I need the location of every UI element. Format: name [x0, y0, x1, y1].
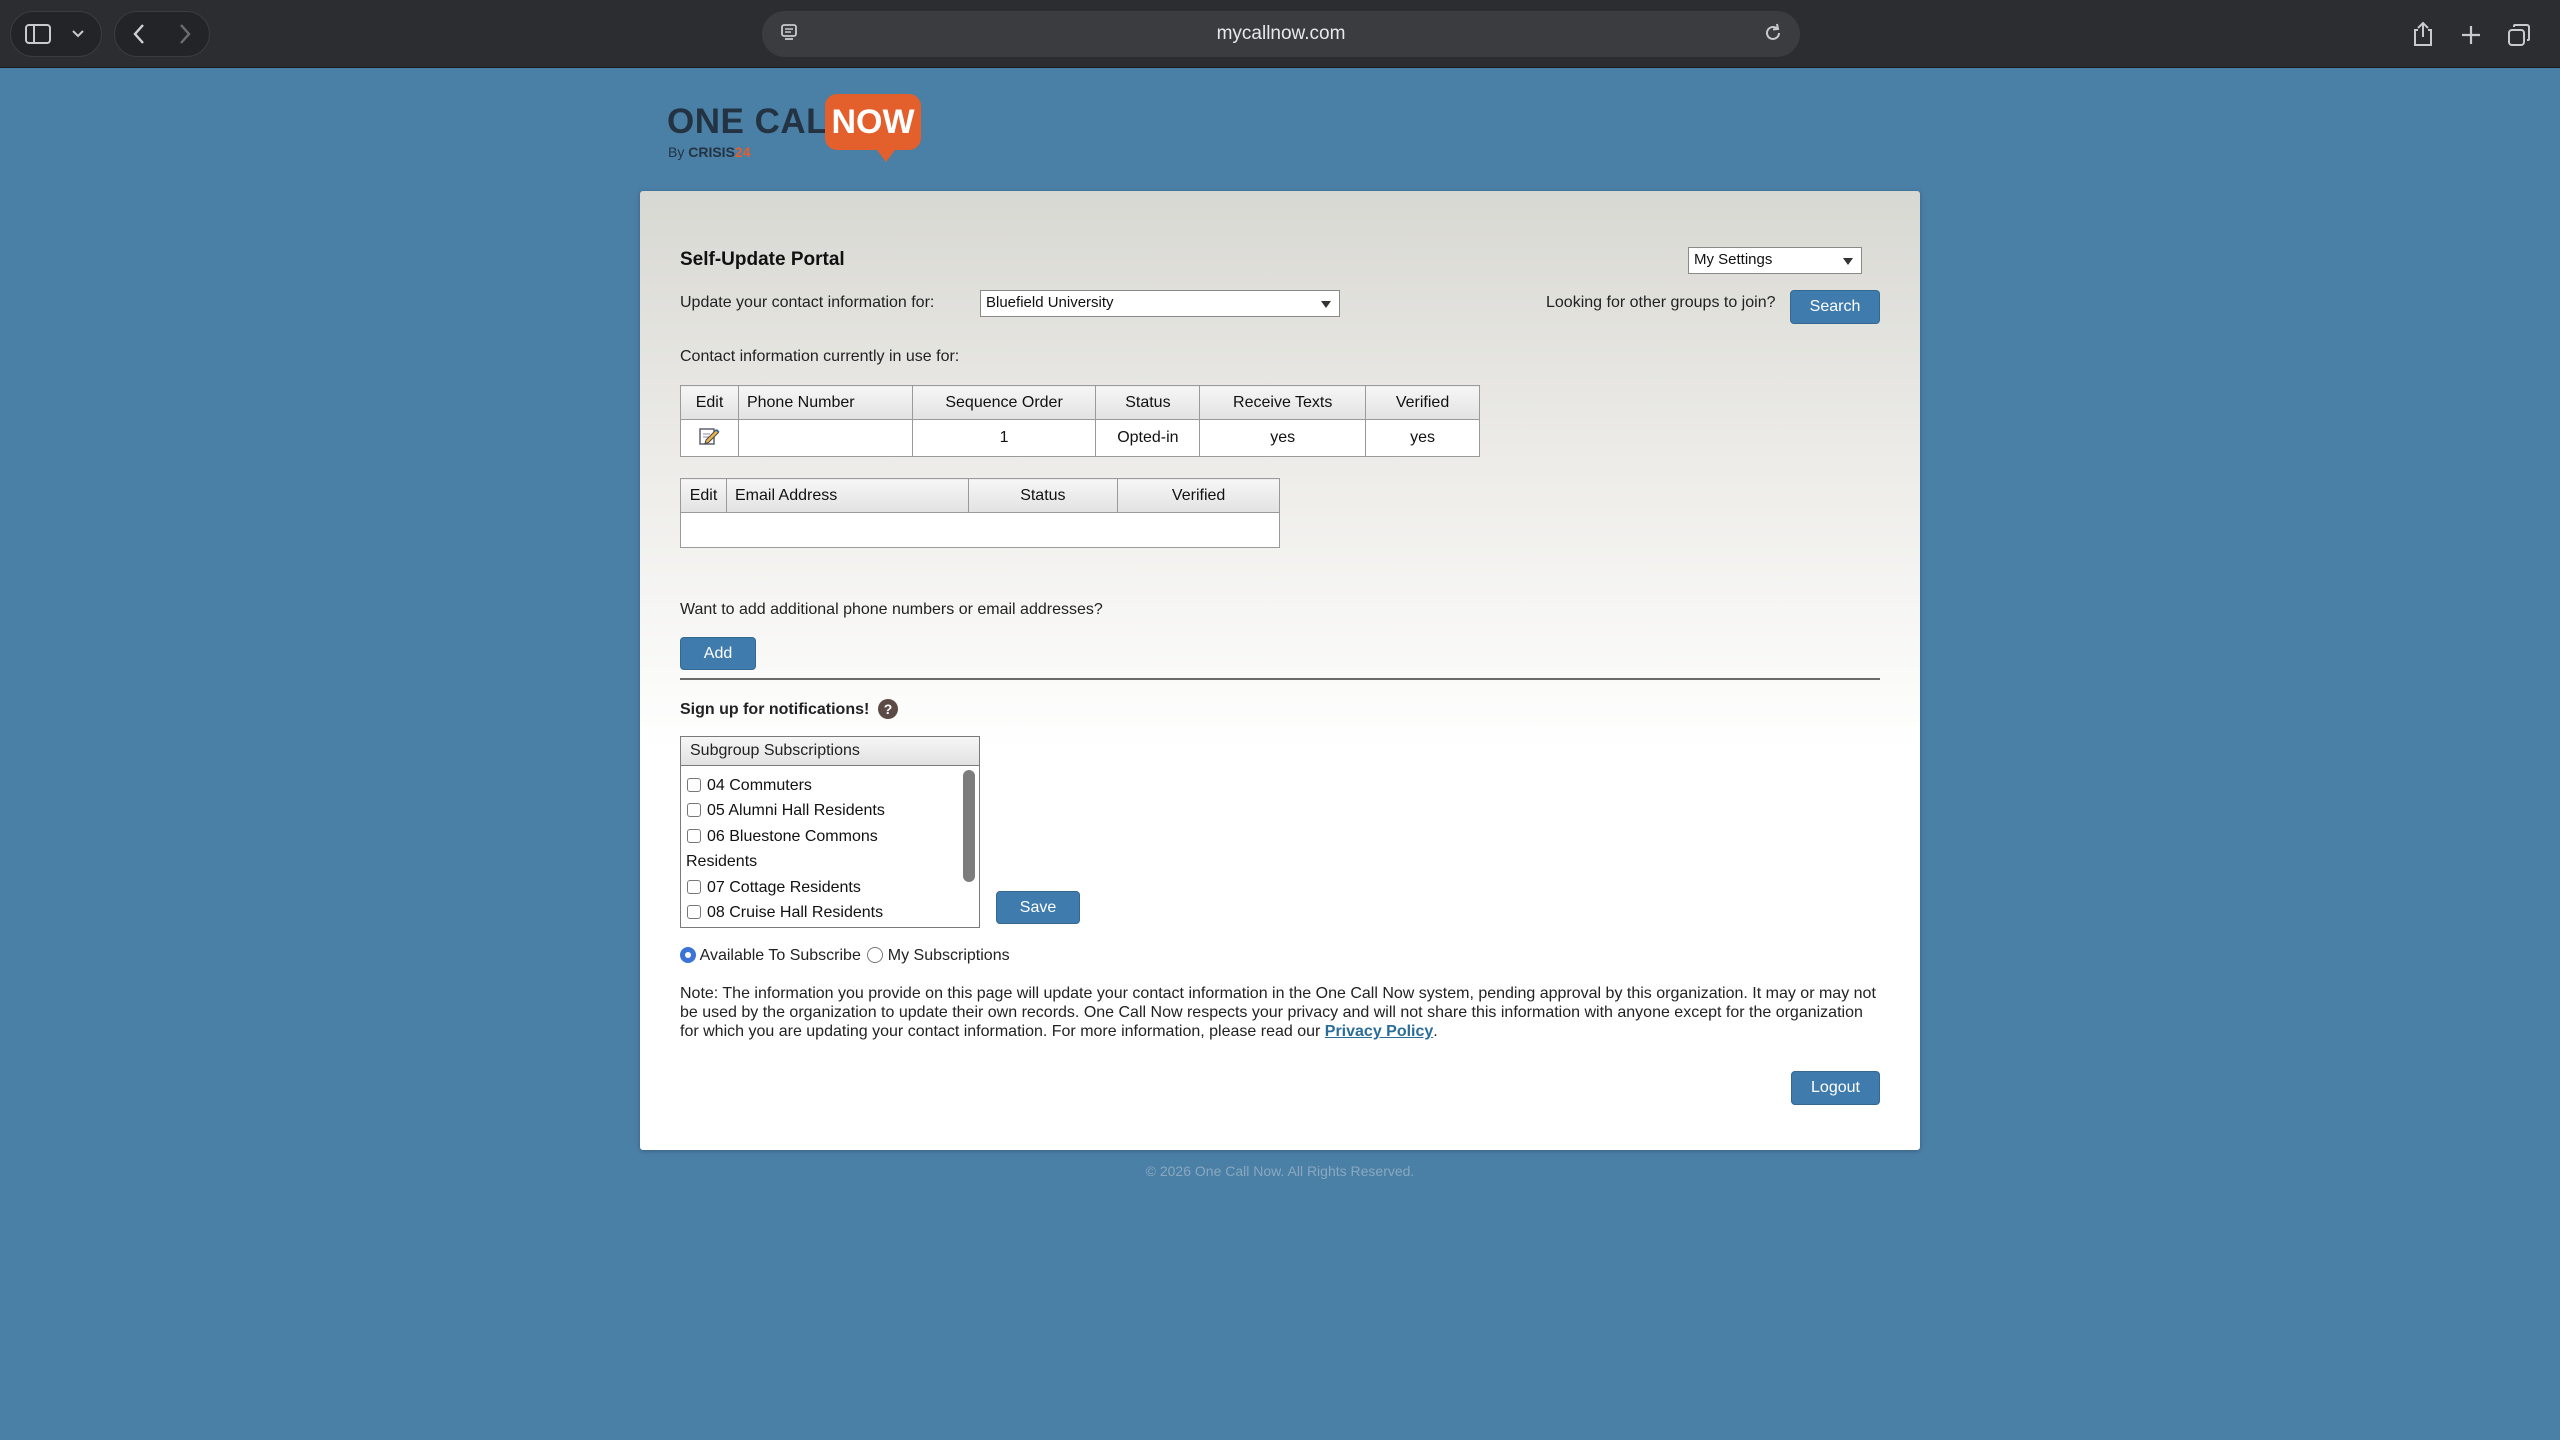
- chevron-down-icon[interactable]: [68, 26, 88, 42]
- my-settings-select-value: My Settings: [1694, 251, 1773, 268]
- update-contact-label: Update your contact information for:: [680, 294, 935, 311]
- phone-header-receive-texts: Receive Texts: [1199, 385, 1367, 420]
- copyright-footer: © 2026 One Call Now. All Rights Reserved…: [1145, 1163, 1415, 1179]
- other-groups-prompt: Looking for other groups to join?: [1546, 294, 1776, 311]
- add-button[interactable]: Add: [680, 637, 756, 670]
- verified-cell: yes: [1365, 419, 1480, 457]
- subgroup-checkbox[interactable]: [687, 879, 701, 894]
- list-item[interactable]: 08 Cruise Hall Residents: [687, 900, 957, 925]
- contact-info-label: Contact information currently in use for…: [680, 348, 960, 365]
- list-item-wrap: Residents: [686, 853, 758, 871]
- search-button[interactable]: Search: [1790, 290, 1880, 324]
- phone-header-verified: Verified: [1365, 385, 1480, 420]
- table-row: 1 Opted-in yes yes: [680, 419, 1480, 457]
- new-tab-plus-icon[interactable]: [2458, 22, 2484, 48]
- list-item[interactable]: 07 Cottage Residents: [687, 875, 957, 900]
- my-subscriptions-radio[interactable]: [867, 947, 884, 963]
- subgroup-scrollbar[interactable]: [963, 770, 975, 925]
- chevron-down-icon: [1843, 258, 1853, 265]
- available-radio-label[interactable]: Available To Subscribe: [700, 947, 861, 964]
- list-item[interactable]: 04 Commuters: [687, 773, 957, 798]
- subscription-filter: Available To Subscribe My Subscriptions: [680, 947, 1010, 965]
- edit-cell: [680, 419, 739, 457]
- chevron-down-icon: [1321, 301, 1331, 308]
- status-cell: Opted-in: [1095, 419, 1201, 457]
- subgroup-label: 05 Alumni Hall Residents: [707, 802, 885, 820]
- sidebar-toggle-icon[interactable]: [24, 22, 52, 46]
- subgroup-checkbox[interactable]: [687, 828, 701, 843]
- logo-text-one-call: ONE CALL: [667, 102, 850, 141]
- phone-number-cell: [737, 419, 913, 457]
- privacy-policy-link[interactable]: Privacy Policy: [1325, 1023, 1434, 1040]
- logo-bubble-now: NOW: [825, 94, 921, 150]
- phone-header-edit: Edit: [680, 385, 739, 420]
- phone-header-sequence: Sequence Order: [911, 385, 1097, 420]
- privacy-note-text: Note: The information you provide on thi…: [680, 985, 1876, 1040]
- list-item[interactable]: 06 Bluestone Commons: [687, 824, 957, 849]
- browser-toolbar: mycallnow.com: [0, 0, 2560, 68]
- phone-header-status: Status: [1095, 385, 1201, 420]
- email-header-verified: Verified: [1117, 478, 1280, 513]
- phone-numbers-table: Edit Phone Number Sequence Order Status …: [680, 385, 1480, 457]
- subgroup-label: 08 Cruise Hall Residents: [707, 904, 884, 922]
- subgroup-checkbox[interactable]: [687, 778, 701, 792]
- edit-pencil-icon[interactable]: [698, 427, 720, 451]
- email-addresses-table: Edit Email Address Status Verified: [680, 478, 1280, 548]
- email-table-header-row: Edit Email Address Status Verified: [680, 478, 1280, 513]
- privacy-note: Note: The information you provide on thi…: [680, 984, 1880, 1041]
- logo-byline: By CRISIS24: [668, 144, 751, 160]
- sequence-order-cell: 1: [911, 419, 1097, 457]
- privacy-note-end: .: [1433, 1023, 1438, 1040]
- reload-icon[interactable]: [1762, 22, 1784, 50]
- logo-bubble-tail: [874, 146, 898, 162]
- subgroup-checkbox[interactable]: [687, 905, 701, 920]
- list-item[interactable]: 05 Alumni Hall Residents: [687, 798, 957, 823]
- tab-overview-icon[interactable]: [2506, 22, 2532, 48]
- page-settings-icon[interactable]: [780, 23, 800, 49]
- my-settings-select[interactable]: My Settings: [1688, 247, 1862, 274]
- share-icon[interactable]: [2410, 20, 2436, 48]
- available-radio[interactable]: [680, 947, 696, 963]
- subgroup-checkbox[interactable]: [687, 803, 701, 818]
- organization-select[interactable]: Bluefield University: [980, 290, 1340, 317]
- subgroup-items: 04 Commuters 05 Alumni Hall Residents 06…: [686, 773, 957, 925]
- subgroup-label: 07 Cottage Residents: [707, 878, 861, 896]
- email-header-address: Email Address: [725, 478, 969, 513]
- subgroup-label: 06 Bluestone Commons: [707, 827, 878, 845]
- help-question-icon[interactable]: ?: [878, 699, 898, 719]
- receive-texts-cell: yes: [1199, 419, 1367, 457]
- logout-button[interactable]: Logout: [1791, 1071, 1880, 1105]
- back-arrow-icon[interactable]: [126, 22, 152, 46]
- one-call-now-logo[interactable]: ONE CALL NOW By CRISIS24: [667, 94, 937, 164]
- email-empty-row: [680, 512, 1280, 548]
- url-text: mycallnow.com: [1216, 23, 1346, 44]
- page-title: Self-Update Portal: [680, 249, 845, 270]
- email-header-status: Status: [967, 478, 1119, 513]
- self-update-card: Self-Update Portal My Settings Update yo…: [640, 191, 1920, 1150]
- notifications-title: Sign up for notifications!: [680, 701, 870, 718]
- email-header-edit: Edit: [680, 478, 727, 513]
- scrollbar-thumb[interactable]: [963, 770, 975, 882]
- phone-header-number: Phone Number: [737, 385, 913, 420]
- subgroup-label: 04 Commuters: [707, 777, 812, 794]
- my-subscriptions-radio-label[interactable]: My Subscriptions: [888, 947, 1010, 964]
- phone-table-header-row: Edit Phone Number Sequence Order Status …: [680, 385, 1480, 420]
- save-button[interactable]: Save: [996, 891, 1080, 924]
- forward-arrow-icon[interactable]: [172, 22, 198, 46]
- subgroup-list-header: Subgroup Subscriptions: [681, 737, 979, 766]
- table-row: [680, 512, 1280, 548]
- add-contact-prompt: Want to add additional phone numbers or …: [680, 601, 1103, 618]
- section-divider: [680, 678, 1880, 680]
- subgroup-subscriptions-list: Subgroup Subscriptions 04 Commuters 05 A…: [680, 736, 980, 928]
- address-bar[interactable]: mycallnow.com: [762, 11, 1800, 57]
- organization-select-value: Bluefield University: [986, 294, 1114, 311]
